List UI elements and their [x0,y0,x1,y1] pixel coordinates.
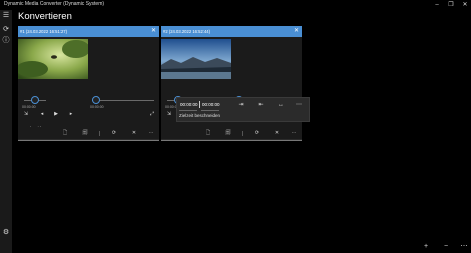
end-time-input[interactable]: 00:00:00 [202,102,220,107]
hamburger-menu-icon[interactable]: ☰ [1,11,11,21]
copy-icon[interactable]: 🗐 [81,129,89,137]
card-title: #1 (24.03.2022 16:51:27) [20,29,68,34]
more-options-icon[interactable]: ⋯ [147,129,155,137]
add-icon[interactable]: + [421,242,431,252]
delete-icon[interactable]: ✕ [130,129,138,137]
start-time-input[interactable]: 00:00:00 [180,102,198,107]
set-start-icon[interactable]: ⇥ [237,101,245,109]
more-icon[interactable]: ⋯ [295,101,303,109]
close-card-icon[interactable]: ✕ [294,27,299,34]
end-time-label: 00:00:00 [90,105,104,109]
sidebar: ☰ ⟳ ⓘ ⚙ [0,10,12,253]
info-nav-icon[interactable]: ⓘ [1,36,11,46]
bottom-command-bar: + − ⋯ [12,242,471,253]
close-window-button[interactable]: ✕ [460,1,470,9]
delete-icon[interactable]: ✕ [273,129,281,137]
range-icon[interactable]: ↔ [277,101,285,109]
input-underline [179,110,197,111]
trim-flyout: 00:00:00 00:00:00 ⇥ ⇤ ↔ ⋯ Zielzeit besch… [176,97,310,122]
step-forward-icon[interactable]: ▸ [67,110,75,118]
trim-target-command[interactable]: Zielzeit beschneiden [179,113,220,118]
settings-icon[interactable]: ⚙ [1,228,11,238]
more-options-icon[interactable]: ⋯ [290,129,298,137]
convert-icon[interactable]: ⟳ [253,129,261,137]
step-back-icon[interactable]: ◂ [38,110,46,118]
window-title: Dynamic Media Converter (Dynamic System) [4,1,105,7]
card-title: #2 (24.03.2022 16:52:44) [163,29,211,34]
set-end-icon[interactable]: ⇤ [257,101,265,109]
fullscreen-icon[interactable]: ⤢ [148,110,156,118]
trim-end-track [92,100,154,101]
divider [99,131,100,136]
open-file-icon[interactable]: 🗋 [61,129,69,137]
video-thumbnail [18,39,88,79]
close-card-icon[interactable]: ✕ [151,27,156,34]
card-1-action-bar: 🗋 🗐 ⟳ ✕ ⋯ [18,127,159,139]
remove-icon[interactable]: − [441,242,451,252]
text-cursor [199,101,200,108]
volume-icon[interactable]: ⇲ [165,110,173,118]
open-file-icon[interactable]: 🗋 [204,129,212,137]
input-underline [201,110,219,111]
card-header: #2 (24.03.2022 16:52:44) ✕ [161,26,302,37]
more-icon[interactable]: ⋯ [459,242,469,252]
card-header: #1 (24.03.2022 16:51:27) ✕ [18,26,159,37]
trim-end-slider[interactable] [92,96,100,104]
page-title: Konvertieren [18,11,72,22]
conversion-card-1: #1 (24.03.2022 16:51:27) ✕ 00:00:00 00:0… [18,26,159,141]
card-2-action-bar: 🗋 🗐 ⟳ ✕ ⋯ [161,127,302,139]
volume-icon[interactable]: ⇲ [22,110,30,118]
trim-start-slider[interactable] [31,96,39,104]
divider [242,131,243,136]
video-thumbnail [161,39,231,79]
conversion-card-2: #2 (24.03.2022 16:52:44) ✕ 00:00:00 00:0… [161,26,302,141]
restore-button[interactable]: ❐ [446,1,456,9]
start-time-label: 00:00:00 [22,105,36,109]
convert-icon[interactable]: ⟳ [110,129,118,137]
copy-icon[interactable]: 🗐 [224,129,232,137]
minimize-button[interactable]: – [432,1,442,9]
play-icon[interactable]: ▶ [52,110,60,118]
convert-nav-icon[interactable]: ⟳ [1,25,11,35]
title-bar: Dynamic Media Converter (Dynamic System)… [0,0,471,10]
